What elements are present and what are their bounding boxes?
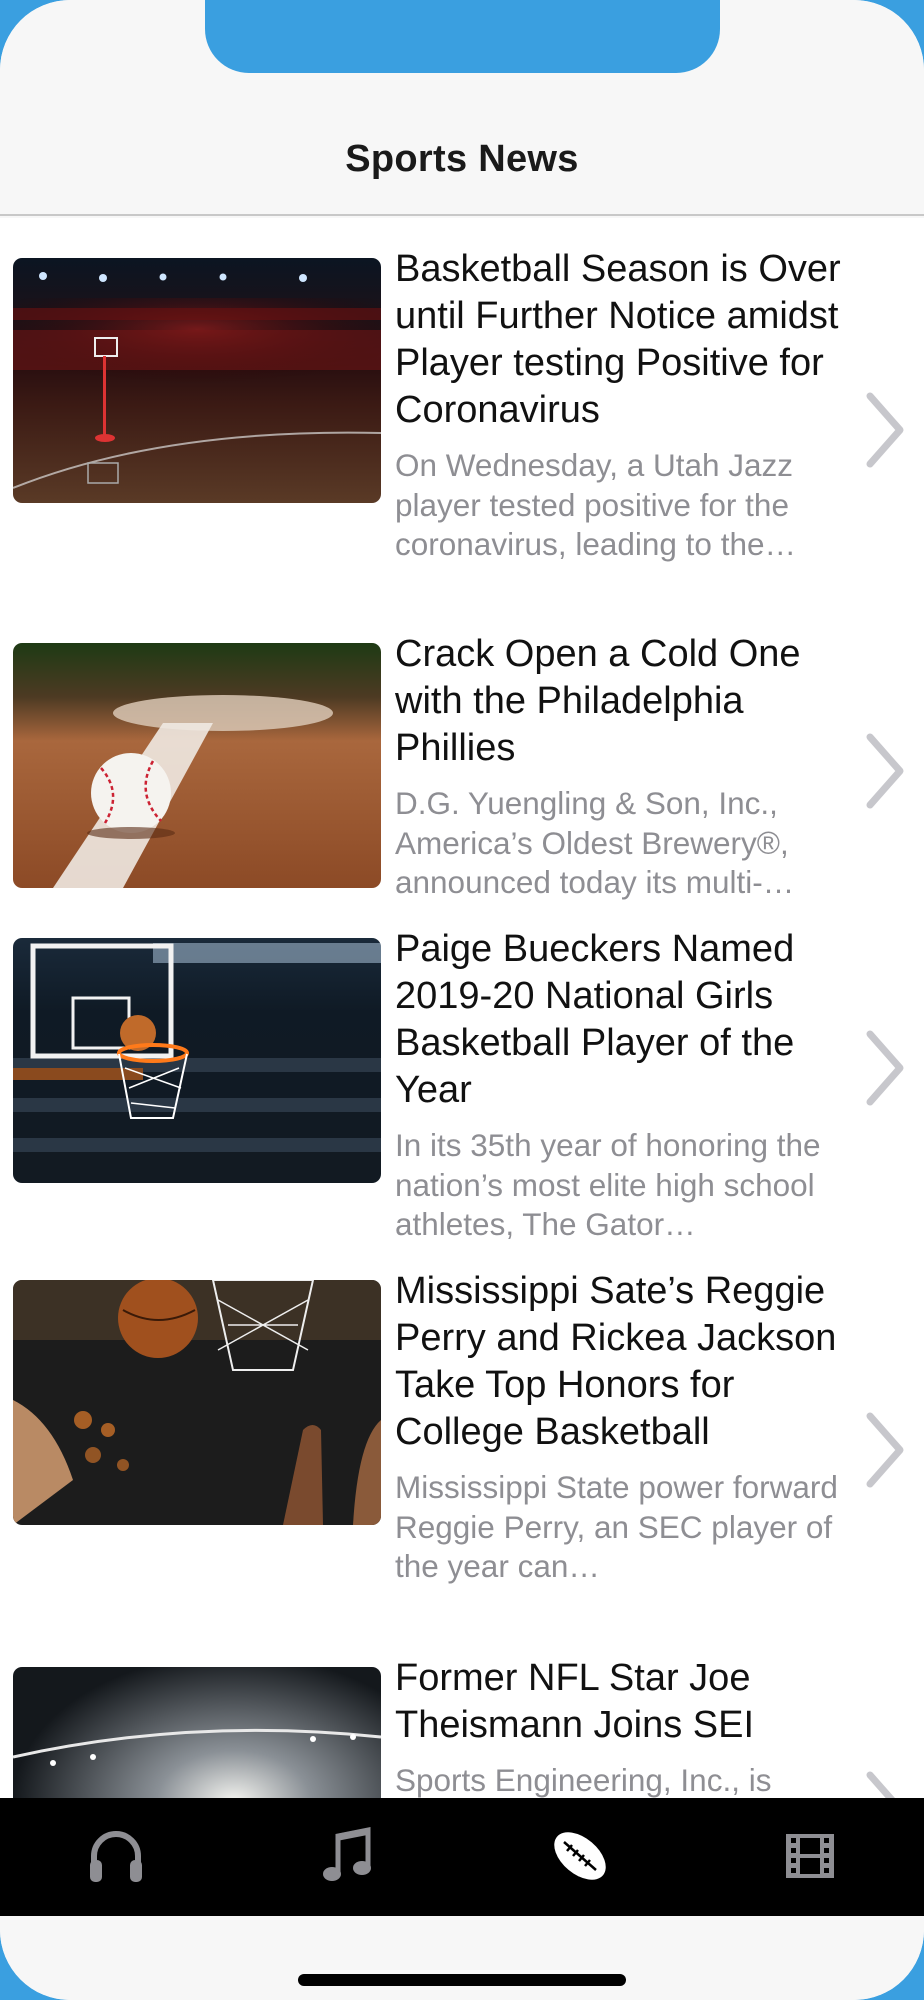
- article-summary: Mississippi State power forward Reggie P…: [395, 1469, 838, 1584]
- article-summary: On Wednesday, a Utah Jazz player tested …: [395, 447, 796, 562]
- article-text: Basketball Season is Over until Further …: [395, 246, 855, 565]
- article-headline: Mississippi Sate’s Reggie Perry and Rick…: [395, 1270, 837, 1453]
- article-text: Mississippi Sate’s Reggie Perry and Rick…: [395, 1268, 855, 1587]
- page-title: Sports News: [345, 138, 579, 180]
- article-summary: Sports Engineering, Inc., is: [395, 1762, 772, 1798]
- headphones-icon[interactable]: [84, 1824, 148, 1888]
- article-summary: In its 35th year of honoring the nation’…: [395, 1127, 821, 1242]
- article-headline: Crack Open a Cold One with the Philadelp…: [395, 633, 801, 769]
- chevron-right-icon: [862, 1410, 908, 1490]
- list-item[interactable]: Paige Bueckers Named 2019-20 National Gi…: [0, 900, 924, 1242]
- article-summary: D.G. Yuengling & Son, Inc., America’s Ol…: [395, 785, 795, 900]
- phone-screen: Sports News Basketball Season is Over un…: [0, 0, 924, 2000]
- chevron-right-icon: [862, 1769, 908, 1798]
- article-headline: Former NFL Star Joe Theismann Joins SEI: [395, 1657, 755, 1746]
- list-item[interactable]: Former NFL Star Joe Theismann Joins SEI …: [0, 1627, 924, 1798]
- news-list[interactable]: Basketball Season is Over until Further …: [0, 218, 924, 1798]
- baseball-on-field-image: [13, 643, 381, 888]
- music-note-icon[interactable]: [316, 1824, 380, 1888]
- basketball-hoop-image: [13, 938, 381, 1183]
- home-indicator[interactable]: [298, 1974, 626, 1986]
- home-indicator-area: [0, 1916, 924, 2000]
- list-item[interactable]: Crack Open a Cold One with the Philadelp…: [0, 603, 924, 900]
- article-headline: Basketball Season is Over until Further …: [395, 248, 841, 431]
- device-notch: [205, 0, 720, 73]
- chevron-right-icon: [862, 731, 908, 811]
- list-item[interactable]: Basketball Season is Over until Further …: [0, 218, 924, 603]
- article-text: Former NFL Star Joe Theismann Joins SEI …: [395, 1655, 855, 1798]
- basketball-game-image: [13, 1280, 381, 1525]
- article-text: Paige Bueckers Named 2019-20 National Gi…: [395, 926, 855, 1245]
- stadium-lights-image: [13, 1667, 381, 1798]
- film-icon[interactable]: [778, 1824, 842, 1888]
- article-text: Crack Open a Cold One with the Philadelp…: [395, 631, 855, 903]
- article-headline: Paige Bueckers Named 2019-20 National Gi…: [395, 928, 795, 1111]
- football-icon[interactable]: [548, 1824, 612, 1888]
- list-item[interactable]: Mississippi Sate’s Reggie Perry and Rick…: [0, 1240, 924, 1627]
- tab-bar: [0, 1798, 924, 1916]
- basketball-arena-image: [13, 258, 381, 503]
- chevron-right-icon: [862, 1028, 908, 1108]
- chevron-right-icon: [862, 390, 908, 470]
